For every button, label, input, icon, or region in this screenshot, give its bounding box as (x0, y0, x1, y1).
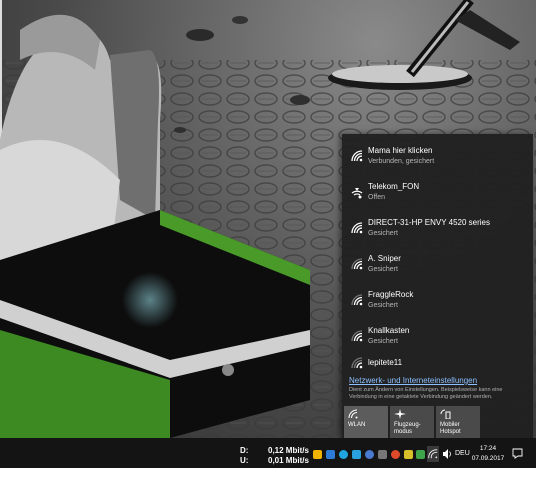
network-settings-description: Dient zum Ändern von Einstellungen. Beis… (349, 387, 503, 400)
upload-speed: 0,01 Mbit/s (268, 456, 309, 465)
network-item-fragglerock[interactable]: FraggleRock Gesichert (342, 284, 533, 320)
app-circle-icon[interactable] (339, 450, 348, 459)
wifi-open-icon (351, 188, 363, 199)
chrome-icon[interactable] (391, 450, 400, 459)
wifi-icon (351, 357, 363, 369)
screen-bottom-edge (0, 468, 536, 480)
sync-icon[interactable] (352, 450, 361, 459)
download-arrow-icon[interactable] (313, 450, 322, 459)
mobile-hotspot-button[interactable]: Mobiler Hotspot (436, 406, 480, 440)
network-settings-link[interactable]: Netzwerk- und Interneteinstellungen (349, 376, 477, 385)
network-status: Gesichert (368, 302, 398, 309)
clock-date[interactable]: 07.09.2017 (468, 455, 508, 462)
network-name: Knallkasten (368, 326, 410, 335)
wifi-icon (351, 222, 363, 234)
network-name: A. Sniper (368, 254, 401, 263)
network-name: DIRECT-31-HP ENVY 4520 series (368, 218, 490, 227)
network-name: FraggleRock (368, 290, 414, 299)
network-item-mama-hier-klicken[interactable]: Mama hier klicken Verbunden, gesichert (342, 140, 533, 176)
wifi-flyout: Mama hier klicken Verbunden, gesichert T… (342, 134, 533, 440)
pen-icon[interactable] (404, 450, 413, 459)
airplane-icon (394, 409, 406, 419)
network-status: Gesichert (368, 266, 398, 273)
airplane-mode-label: Flugzeug- modus (394, 422, 421, 435)
battery-icon[interactable] (416, 450, 425, 459)
network-item-lepitete11[interactable]: lepitete11 (342, 352, 533, 372)
wifi-icon (351, 294, 363, 306)
network-status: Gesichert (368, 338, 398, 345)
wlan-toggle-button[interactable]: WLAN (344, 406, 388, 440)
mobile-hotspot-label: Mobiler Hotspot (440, 422, 461, 435)
network-item-a-sniper[interactable]: A. Sniper Gesichert (342, 248, 533, 284)
download-speed: 0,12 Mbit/s (268, 446, 309, 455)
volume-icon[interactable] (442, 449, 452, 459)
network-name: Telekom_FON (368, 182, 420, 191)
dropbox-icon[interactable] (326, 450, 335, 459)
action-center-icon[interactable] (512, 448, 523, 459)
wifi-icon (351, 150, 363, 162)
airplane-mode-button[interactable]: Flugzeug- modus (390, 406, 434, 440)
desktop-screen: Mama hier klicken Verbunden, gesichert T… (0, 0, 536, 480)
upload-label: U: (240, 456, 249, 465)
download-label: D: (240, 446, 249, 455)
network-item-telekom-fon[interactable]: Telekom_FON Offen (342, 176, 533, 212)
wifi-icon (348, 409, 358, 419)
hotspot-icon (440, 409, 451, 419)
network-name: lepitete11 (368, 358, 403, 367)
network-item-direct-hp[interactable]: DIRECT-31-HP ENVY 4520 series Gesichert (342, 212, 533, 248)
network-status: Gesichert (368, 230, 398, 237)
wlan-label: WLAN (348, 422, 366, 428)
clock-time[interactable]: 17:24 (468, 445, 508, 452)
network-tray-icon[interactable] (378, 450, 387, 459)
wifi-icon (351, 330, 363, 342)
wifi-tray-button[interactable] (427, 446, 439, 462)
wifi-icon (351, 258, 363, 270)
network-status: Offen (368, 194, 385, 201)
globe-icon[interactable] (365, 450, 374, 459)
network-item-knallkasten[interactable]: Knallkasten Gesichert (342, 320, 533, 356)
wifi-icon (428, 449, 438, 459)
network-status: Verbunden, gesichert (368, 158, 435, 165)
network-name: Mama hier klicken (368, 146, 433, 155)
